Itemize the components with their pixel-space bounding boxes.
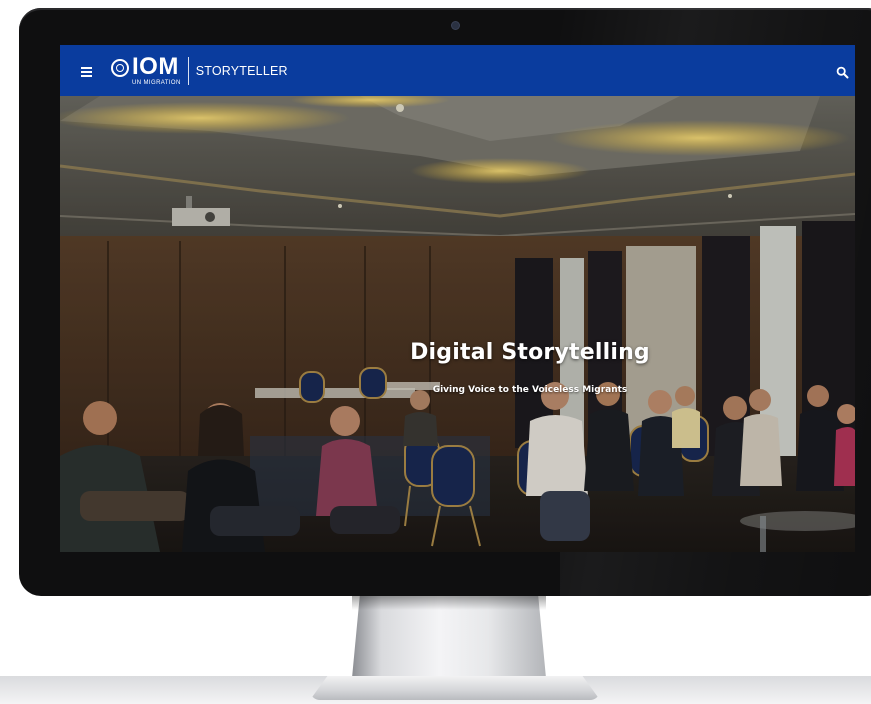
- monitor-stand-shadow: [352, 596, 546, 610]
- logo-sub-text: UN MIGRATION: [132, 79, 181, 86]
- monitor-screen: IOM UN MIGRATION STORYTELLER Digital Sto…: [60, 45, 855, 552]
- search-icon[interactable]: [836, 64, 849, 79]
- logo-main-text: IOM: [132, 52, 179, 80]
- webcam: [452, 22, 459, 29]
- iom-globe-logo-icon: [111, 58, 129, 77]
- hero-dark-overlay: [60, 96, 855, 552]
- logo-wordmark: IOM UN MIGRATION: [132, 52, 181, 86]
- iom-logo[interactable]: IOM UN MIGRATION: [111, 52, 181, 87]
- app-name[interactable]: STORYTELLER: [196, 64, 288, 78]
- hero-banner: Digital Storytelling Giving Voice to the…: [60, 96, 855, 552]
- hamburger-menu-icon[interactable]: [81, 65, 97, 77]
- monitor-mockup: IOM UN MIGRATION STORYTELLER Digital Sto…: [0, 0, 871, 704]
- hero-subtitle: Giving Voice to the Voiceless Migrants: [432, 385, 628, 395]
- monitor-stand-base: [310, 676, 600, 700]
- site-header: IOM UN MIGRATION STORYTELLER: [60, 45, 855, 96]
- hero-title: Digital Storytelling: [410, 340, 650, 365]
- logo-divider: [187, 56, 189, 85]
